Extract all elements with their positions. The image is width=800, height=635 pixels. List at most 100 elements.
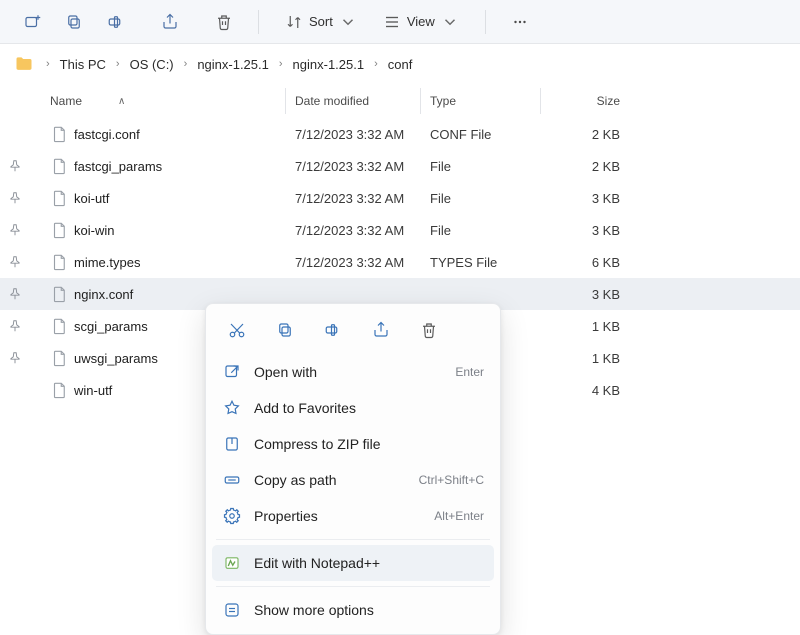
breadcrumb-seg[interactable]: OS (C:)	[128, 55, 176, 74]
chevron-right-icon: ›	[40, 58, 56, 70]
zip-icon	[222, 435, 242, 453]
path-icon	[222, 471, 242, 489]
context-menu-item[interactable]: Add to Favorites	[212, 390, 494, 426]
breadcrumb-seg[interactable]: This PC	[58, 55, 108, 74]
ellipsis-icon	[511, 13, 529, 31]
col-size[interactable]: Size	[550, 94, 620, 108]
cell-date: 7/12/2023 3:32 AM	[295, 191, 430, 206]
file-icon	[50, 381, 68, 399]
file-row[interactable]: mime.types 7/12/2023 3:32 AMTYPES File6 K…	[0, 246, 800, 278]
file-icon	[50, 285, 68, 303]
breadcrumb[interactable]: › This PC › OS (C:) › nginx-1.25.1 › ngi…	[0, 44, 800, 84]
col-date-label: Date modified	[295, 94, 369, 108]
chevron-right-icon: ›	[178, 58, 194, 70]
chevron-right-icon: ›	[110, 58, 126, 70]
cell-size: 1 KB	[550, 319, 620, 334]
file-icon	[50, 253, 68, 271]
cell-name: koi-win	[50, 221, 295, 239]
file-row[interactable]: koi-win7/12/2023 3:32 AMFile3 KB	[0, 214, 800, 246]
star-icon	[222, 399, 242, 417]
view-button[interactable]: View	[373, 9, 469, 35]
context-item-shortcut: Alt+Enter	[434, 509, 484, 523]
context-item-label: Add to Favorites	[254, 400, 472, 416]
cell-date: 7/12/2023 3:32 AM	[295, 159, 430, 174]
col-type[interactable]: Type	[430, 94, 550, 108]
cut-button[interactable]	[218, 314, 256, 346]
cell-type: CONF File	[430, 127, 550, 142]
cell-date: 7/12/2023 3:32 AM	[295, 127, 430, 142]
col-name[interactable]: Name ∧	[50, 94, 295, 108]
pin-icon	[8, 255, 22, 269]
file-name: koi-win	[74, 223, 114, 238]
chevron-down-icon	[441, 13, 459, 31]
cell-size: 3 KB	[550, 191, 620, 206]
context-menu-item[interactable]: PropertiesAlt+Enter	[212, 498, 494, 534]
cell-name: nginx.conf	[50, 285, 295, 303]
sort-label: Sort	[309, 14, 333, 29]
cell-size: 1 KB	[550, 351, 620, 366]
context-menu-item[interactable]: Show more options	[212, 592, 494, 628]
cell-date: 7/12/2023 3:32 AM	[295, 255, 430, 270]
pin-icon	[8, 191, 22, 205]
file-name: koi-utf	[74, 191, 109, 206]
context-item-label: Edit with Notepad++	[254, 555, 472, 571]
col-type-label: Type	[430, 94, 456, 108]
file-icon	[50, 317, 68, 335]
file-icon	[50, 189, 68, 207]
file-icon	[50, 125, 68, 143]
breadcrumb-seg[interactable]: nginx-1.25.1	[291, 55, 367, 74]
file-row[interactable]: fastcgi.conf7/12/2023 3:32 AMCONF File2 …	[0, 118, 800, 150]
cell-size: 3 KB	[550, 223, 620, 238]
file-name: uwsgi_params	[74, 351, 158, 366]
rename-button[interactable]	[314, 314, 352, 346]
file-name: fastcgi_params	[74, 159, 162, 174]
delete-button[interactable]	[206, 6, 242, 38]
context-menu-item[interactable]: Open withEnter	[212, 354, 494, 390]
context-menu-separator	[216, 539, 490, 540]
context-item-label: Compress to ZIP file	[254, 436, 472, 452]
sort-button[interactable]: Sort	[275, 9, 367, 35]
breadcrumb-seg[interactable]: conf	[386, 55, 415, 74]
delete-button[interactable]	[410, 314, 448, 346]
new-folder-button[interactable]	[14, 6, 50, 38]
cell-name: fastcgi.conf	[50, 125, 295, 143]
context-item-shortcut: Ctrl+Shift+C	[419, 473, 484, 487]
breadcrumb-seg[interactable]: nginx-1.25.1	[195, 55, 271, 74]
copy-button[interactable]	[56, 6, 92, 38]
cell-type: TYPES File	[430, 255, 550, 270]
col-size-label: Size	[597, 94, 620, 108]
pin-icon	[8, 287, 22, 301]
column-headers: Name ∧ Date modified Type Size	[0, 84, 800, 118]
cell-type: File	[430, 159, 550, 174]
context-menu-item[interactable]: Edit with Notepad++	[212, 545, 494, 581]
file-row[interactable]: fastcgi_params7/12/2023 3:32 AMFile2 KB	[0, 150, 800, 182]
more-icon	[222, 601, 242, 619]
file-row[interactable]: koi-utf7/12/2023 3:32 AMFile3 KB	[0, 182, 800, 214]
folder-icon	[14, 54, 34, 74]
chevron-down-icon	[339, 13, 357, 31]
chevron-right-icon: ›	[273, 58, 289, 70]
rename-button[interactable]	[98, 6, 134, 38]
toolbar: Sort View	[0, 0, 800, 44]
copy-button[interactable]	[266, 314, 304, 346]
file-name: mime.types	[74, 255, 140, 270]
col-date[interactable]: Date modified	[295, 94, 430, 108]
context-item-label: Copy as path	[254, 472, 407, 488]
cell-size: 6 KB	[550, 255, 620, 270]
file-name: nginx.conf	[74, 287, 133, 302]
more-button[interactable]	[502, 6, 538, 38]
file-icon	[50, 349, 68, 367]
toolbar-divider	[258, 10, 259, 34]
context-menu-item[interactable]: Copy as path Ctrl+Shift+C	[212, 462, 494, 498]
context-menu: Open withEnter Add to Favorites Compress t…	[205, 303, 501, 635]
share-button[interactable]	[152, 6, 188, 38]
open-with-icon	[222, 363, 242, 381]
cell-name: mime.types	[50, 253, 295, 271]
properties-icon	[222, 507, 242, 525]
file-name: fastcgi.conf	[74, 127, 140, 142]
share-button[interactable]	[362, 314, 400, 346]
context-menu-item[interactable]: Compress to ZIP file	[212, 426, 494, 462]
sort-asc-icon: ∧	[118, 96, 125, 107]
context-menu-separator	[216, 586, 490, 587]
file-icon	[50, 221, 68, 239]
